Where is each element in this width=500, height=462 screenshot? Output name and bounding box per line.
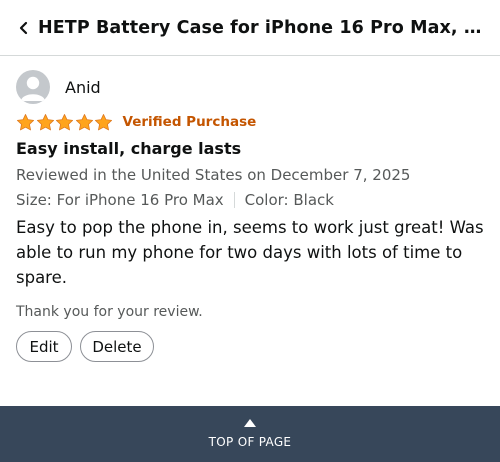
product-title[interactable]: HETP Battery Case for iPhone 16 Pro Max,…: [38, 18, 490, 38]
edit-button[interactable]: Edit: [16, 331, 72, 362]
rating-row: Verified Purchase: [16, 111, 486, 133]
star-icon: [16, 113, 35, 130]
color-label: Color: Black: [244, 191, 334, 209]
review-actions: Edit Delete: [16, 331, 486, 362]
star-icon: [94, 113, 113, 130]
review-date: Reviewed in the United States on Decembe…: [16, 166, 411, 184]
chevron-left-icon: [19, 21, 28, 34]
avatar: [16, 70, 50, 104]
top-of-page-label: TOP OF PAGE: [208, 435, 292, 449]
star-icon: [75, 113, 93, 130]
delete-button[interactable]: Delete: [80, 331, 154, 362]
back-button[interactable]: [10, 8, 38, 48]
star-rating: [16, 113, 114, 132]
reviewer-name[interactable]: Anid: [65, 78, 101, 97]
size-label: Size: For iPhone 16 Pro Max: [16, 191, 224, 209]
caret-up-icon: [244, 419, 256, 427]
star-icon: [55, 113, 74, 130]
variant-divider: [233, 192, 235, 208]
thanks-message: Thank you for your review.: [16, 304, 203, 320]
header-bar: HETP Battery Case for iPhone 16 Pro Max,…: [0, 0, 500, 56]
review-body: Easy to pop the phone in, seems to work …: [16, 218, 484, 287]
user-silhouette-icon: [21, 76, 45, 101]
review-title: Easy install, charge lasts: [16, 139, 242, 158]
variant-info: Size: For iPhone 16 Pro Max Color: Black: [16, 189, 486, 211]
verified-purchase-badge: Verified Purchase: [122, 114, 257, 130]
review-card: Anid Verified Purchase Easy install, cha…: [16, 70, 486, 362]
top-of-page-button[interactable]: TOP OF PAGE: [0, 406, 500, 462]
review-page: HETP Battery Case for iPhone 16 Pro Max,…: [0, 0, 500, 462]
star-icon: [36, 113, 54, 130]
reviewer-row: Anid: [16, 70, 486, 104]
